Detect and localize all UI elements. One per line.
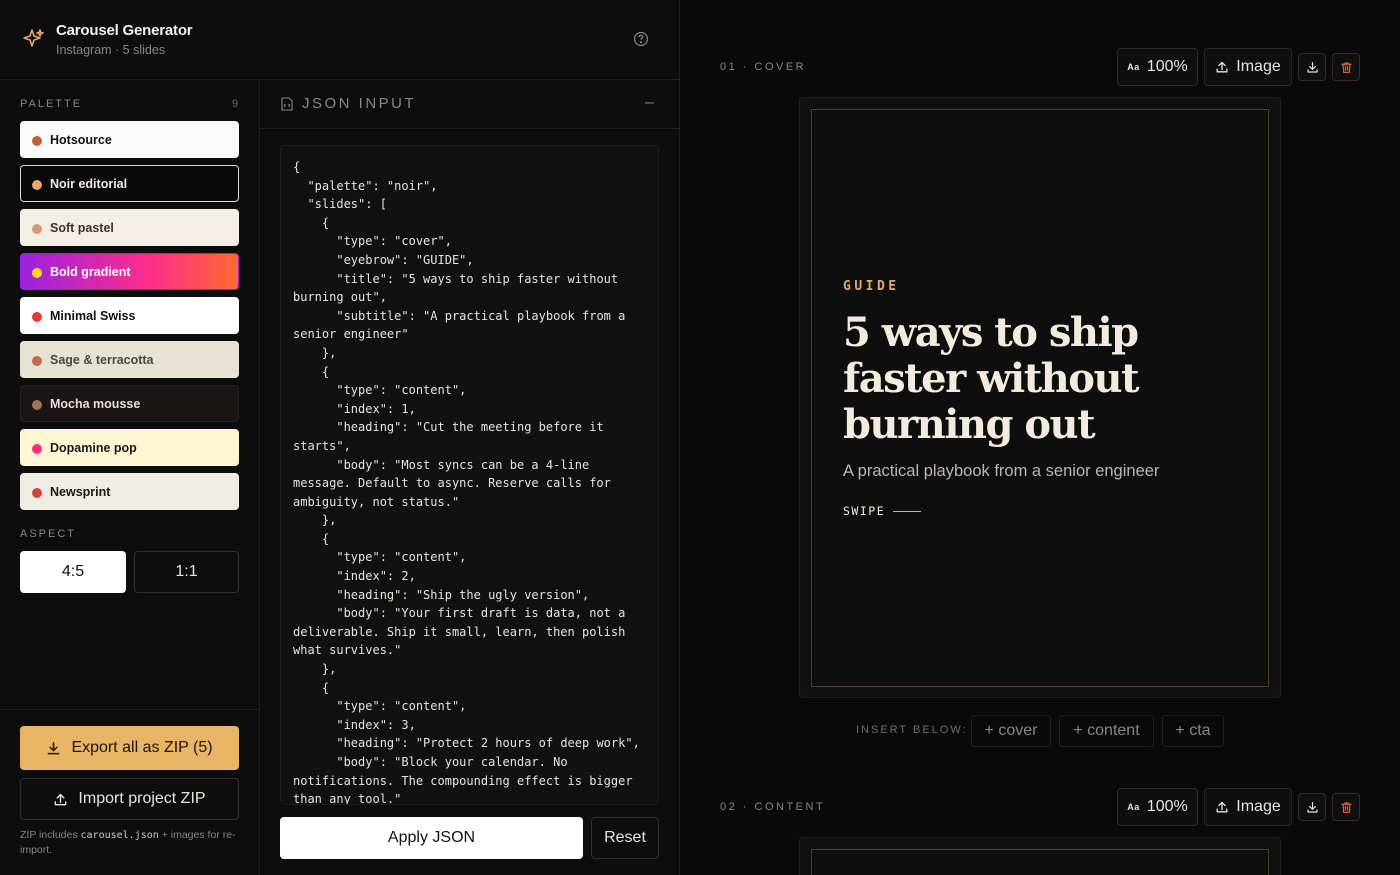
palette-swatch-dot — [32, 136, 42, 146]
slide-1-image-button[interactable]: Image — [1204, 48, 1292, 86]
palette-swatch-dot — [32, 224, 42, 234]
slide-2-download-button[interactable] — [1298, 793, 1326, 821]
slide-1-subtitle: A practical playbook from a senior engin… — [843, 462, 1160, 480]
trash-icon — [1340, 801, 1352, 813]
palette-option-label: Mocha mousse — [50, 396, 141, 411]
palette-option-mocha-mousse[interactable]: Mocha mousse — [20, 385, 239, 422]
slide-1-label: 01 · COVER — [720, 61, 807, 73]
palette-swatch-dot — [32, 488, 42, 498]
slide-2-image-label: Image — [1236, 798, 1281, 815]
palette-option-minimal-swiss[interactable]: Minimal Swiss — [20, 297, 239, 334]
zip-note-prefix: ZIP includes — [20, 829, 81, 841]
palette-option-label: Bold gradient — [50, 264, 131, 279]
upload-icon — [1216, 61, 1228, 73]
export-zip-button[interactable]: Export all as ZIP (5) — [20, 726, 239, 770]
download-icon — [1306, 61, 1318, 73]
collapse-panel-button[interactable]: – — [645, 94, 654, 112]
import-zip-label: Import project ZIP — [78, 790, 206, 807]
palette-option-label: Sage & terracotta — [50, 352, 154, 367]
slide-1-image-label: Image — [1236, 58, 1281, 75]
palette-option-sage-terracotta[interactable]: Sage & terracotta — [20, 341, 239, 378]
palette-option-noir-editorial[interactable]: Noir editorial — [20, 165, 239, 202]
palette-option-label: Noir editorial — [50, 176, 128, 191]
palette-option-hotsource[interactable]: Hotsource — [20, 121, 239, 158]
palette-swatch-dot — [32, 268, 42, 278]
upload-icon — [1216, 801, 1228, 813]
aspect-label: ASPECT — [20, 528, 77, 540]
app-title: Carousel Generator — [56, 22, 193, 39]
trash-icon — [1340, 61, 1352, 73]
zip-note-filename: carousel.json — [80, 830, 159, 841]
font-size-icon: Aa — [1127, 62, 1140, 72]
zip-note: ZIP includes carousel.json + images for … — [20, 828, 245, 858]
slide-1-download-button[interactable] — [1298, 53, 1326, 81]
slide-2-frame — [811, 849, 1269, 875]
slide-1-delete-button[interactable] — [1332, 53, 1360, 81]
slide-1-title: 5 ways to ship faster without burning ou… — [843, 309, 1140, 448]
palette-swatch-dot — [32, 444, 42, 454]
font-size-icon: Aa — [1127, 802, 1140, 812]
slide-1-font-scale-button[interactable]: Aa 100% — [1117, 48, 1198, 86]
palette-label: PALETTE — [20, 98, 83, 110]
slide-2-font-scale: 100% — [1146, 798, 1188, 815]
help-icon[interactable] — [633, 31, 649, 47]
download-icon — [1306, 801, 1318, 813]
file-code-icon — [281, 97, 293, 111]
slide-2-image-button[interactable]: Image — [1204, 788, 1292, 826]
insert-cta-button[interactable]: + cta — [1162, 715, 1224, 747]
palette-option-newsprint[interactable]: Newsprint — [20, 473, 239, 510]
app-subtitle: Instagram · 5 slides — [56, 43, 166, 57]
slide-2-font-scale-button[interactable]: Aa 100% — [1117, 788, 1198, 826]
palette-swatch-dot — [32, 356, 42, 366]
sparkle-logo-icon — [23, 29, 44, 47]
palette-swatch-dot — [32, 312, 42, 322]
json-editor[interactable]: { "palette": "noir", "slides": [ { "type… — [280, 145, 659, 805]
aspect-option-4-5[interactable]: 4:5 — [20, 551, 126, 593]
palette-option-bold-gradient[interactable]: Bold gradient — [20, 253, 239, 290]
palette-swatch-dot — [32, 180, 42, 190]
palette-option-dopamine-pop[interactable]: Dopamine pop — [20, 429, 239, 466]
palette-option-label: Minimal Swiss — [50, 308, 136, 323]
insert-content-button[interactable]: + content — [1059, 715, 1154, 747]
palette-option-label: Hotsource — [50, 132, 112, 147]
palette-swatch-dot — [32, 400, 42, 410]
palette-option-label: Dopamine pop — [50, 440, 137, 455]
aspect-option-1-1[interactable]: 1:1 — [134, 551, 239, 593]
slide-2-label: 02 · CONTENT — [720, 801, 826, 813]
slide-1-eyebrow: GUIDE — [843, 279, 900, 294]
insert-below-label: INSERT BELOW: — [856, 724, 968, 736]
insert-cover-button[interactable]: + cover — [971, 715, 1051, 747]
palette-count: 9 — [232, 98, 239, 110]
app-header — [0, 0, 680, 80]
palette-option-soft-pastel[interactable]: Soft pastel — [20, 209, 239, 246]
swipe-line — [893, 510, 922, 512]
slide-1-font-scale: 100% — [1146, 58, 1188, 75]
export-zip-label: Export all as ZIP (5) — [71, 739, 213, 756]
slide-2-delete-button[interactable] — [1332, 793, 1360, 821]
import-zip-button[interactable]: Import project ZIP — [20, 778, 239, 820]
palette-option-label: Newsprint — [50, 484, 111, 499]
download-icon — [48, 741, 60, 754]
json-editor-text[interactable]: { "palette": "noir", "slides": [ { "type… — [293, 158, 646, 804]
json-panel-title: JSON INPUT — [302, 95, 417, 112]
slide-1-swipe-hint: SWIPE — [843, 504, 922, 518]
reset-button[interactable]: Reset — [591, 817, 659, 859]
apply-json-button[interactable]: Apply JSON — [280, 817, 583, 859]
upload-icon — [55, 793, 67, 805]
swipe-label: SWIPE — [843, 504, 886, 518]
palette-option-label: Soft pastel — [50, 220, 114, 235]
